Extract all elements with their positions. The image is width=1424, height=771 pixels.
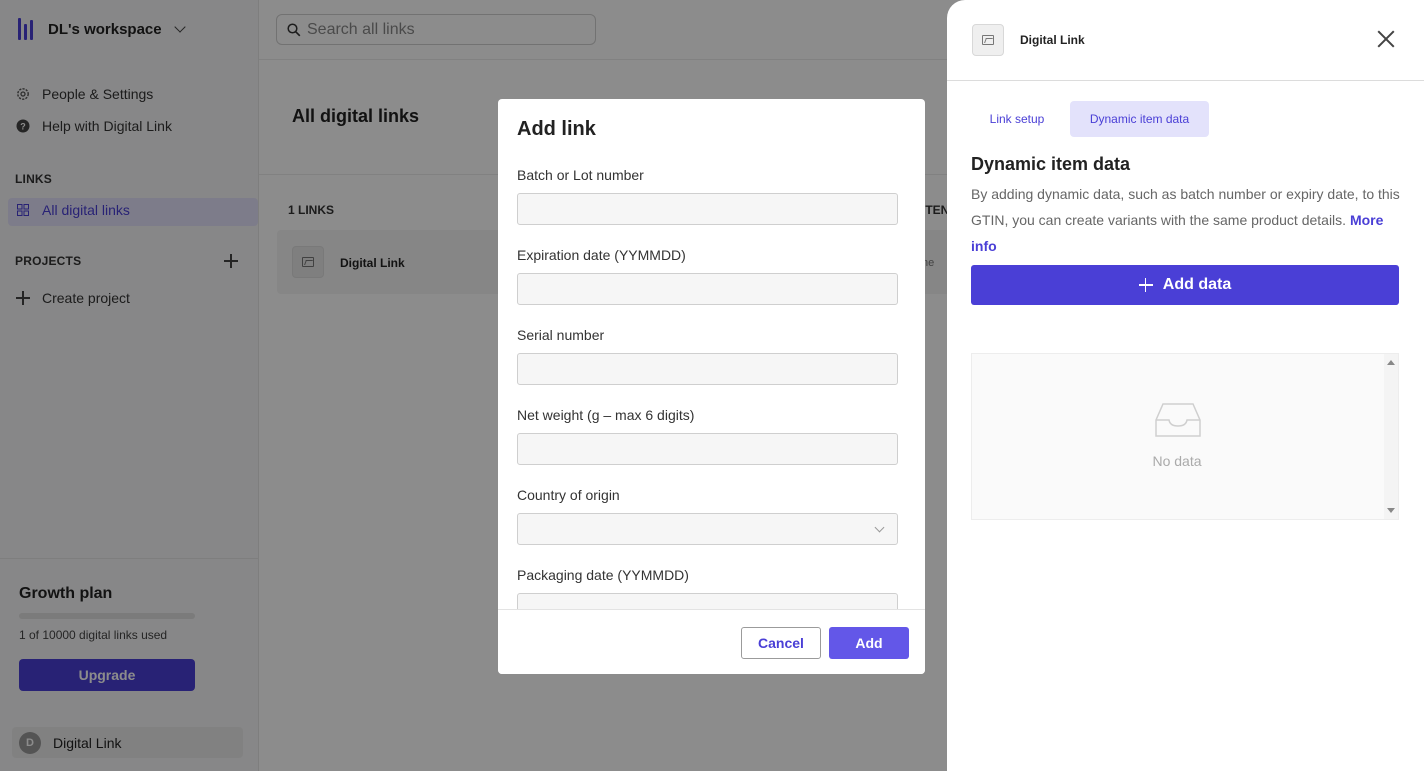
- close-icon[interactable]: [1377, 30, 1395, 48]
- chevron-down-icon: [874, 522, 885, 533]
- drawer-header: Digital Link: [947, 0, 1424, 81]
- drawer-title: Digital Link: [1020, 33, 1085, 47]
- scroll-up-icon[interactable]: [1387, 360, 1395, 365]
- tab-link-setup[interactable]: Link setup: [973, 101, 1061, 137]
- section-title: Dynamic item data: [971, 154, 1131, 174]
- serial-number-input[interactable]: [517, 353, 898, 385]
- cancel-button[interactable]: Cancel: [741, 627, 821, 659]
- inbox-icon: [1155, 403, 1201, 437]
- add-data-button[interactable]: Add data: [971, 265, 1399, 305]
- modal-title: Add link: [517, 118, 596, 140]
- description-text: By adding dynamic data, such as batch nu…: [971, 186, 1400, 228]
- add-link-modal: Add link Batch or Lot number Expiration …: [498, 99, 925, 674]
- country-select[interactable]: [517, 513, 898, 545]
- modal-body: Batch or Lot number Expiration date (YYM…: [498, 159, 925, 609]
- add-data-label: Add data: [1162, 276, 1232, 293]
- field-label-country: Country of origin: [517, 487, 620, 503]
- field-label-net-weight: Net weight (g – max 6 digits): [517, 407, 695, 423]
- image-placeholder-icon: [972, 24, 1004, 56]
- modal-footer: Cancel Add: [498, 609, 925, 674]
- packaging-date-input[interactable]: [517, 593, 898, 609]
- empty-text: No data: [1152, 453, 1202, 469]
- tab-dynamic-item-data[interactable]: Dynamic item data: [1070, 101, 1209, 137]
- field-label-batch: Batch or Lot number: [517, 167, 644, 183]
- add-button[interactable]: Add: [829, 627, 909, 659]
- link-drawer: Digital Link Link setup Dynamic item dat…: [947, 0, 1424, 771]
- expiration-date-input[interactable]: [517, 273, 898, 305]
- batch-lot-input[interactable]: [517, 193, 898, 225]
- field-label-packaging: Packaging date (YYMMDD): [517, 567, 689, 583]
- plus-icon: [1138, 278, 1153, 292]
- field-label-expiration: Expiration date (YYMMDD): [517, 247, 686, 263]
- scrollbar[interactable]: [1384, 354, 1398, 519]
- data-list-empty: No data: [971, 353, 1399, 520]
- section-description: By adding dynamic data, such as batch nu…: [971, 181, 1407, 259]
- field-label-serial: Serial number: [517, 327, 605, 343]
- scroll-down-icon[interactable]: [1387, 508, 1395, 513]
- net-weight-input[interactable]: [517, 433, 898, 465]
